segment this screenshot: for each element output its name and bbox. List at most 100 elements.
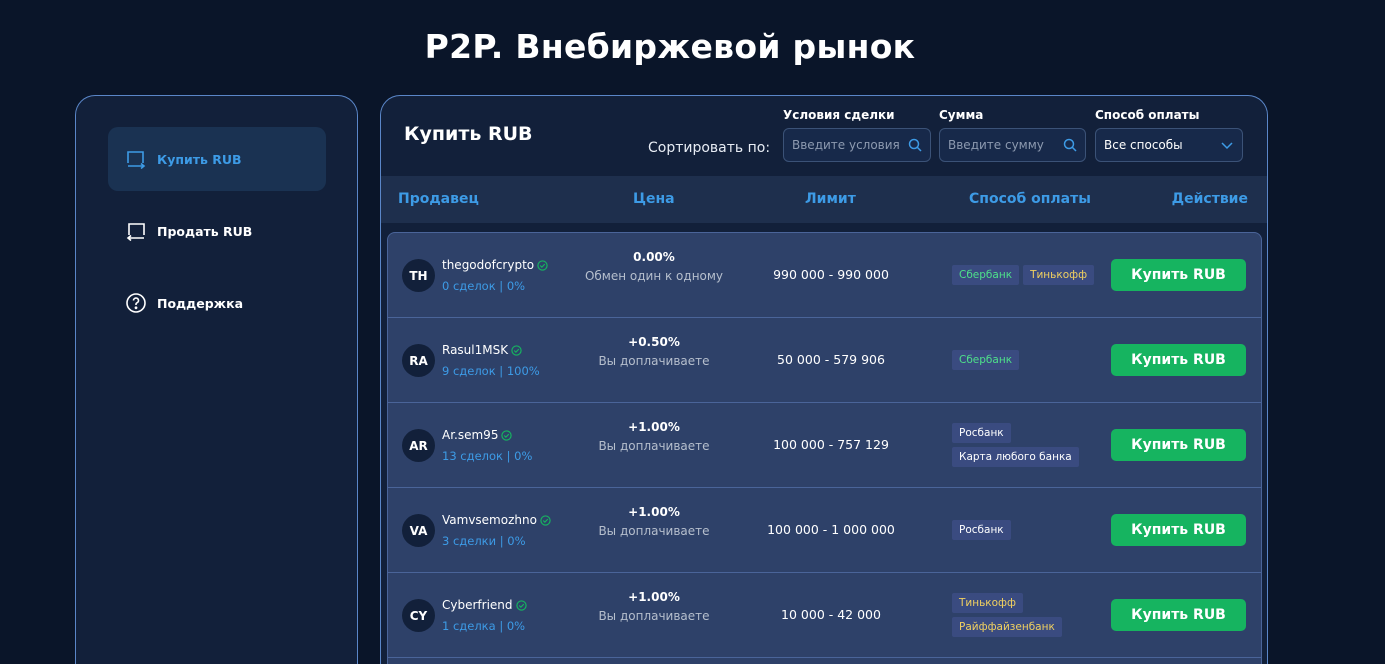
sidebar-item-label: Купить RUB — [157, 151, 242, 167]
price-note: Вы доплачиваете — [598, 439, 710, 453]
avatar: AR — [402, 429, 435, 462]
table-row: VA Vamvsemozhno 3 сделки | 0% +1.00% Вы д… — [388, 488, 1261, 573]
buy-rub-button[interactable]: Купить RUB — [1111, 259, 1246, 291]
limit: 10 000 - 42 000 — [781, 607, 881, 622]
seller-name-wrap: Cyberfriend — [442, 598, 527, 612]
table-header: Продавец Цена Лимит Способ оплаты Действ… — [381, 176, 1267, 223]
avatar: CY — [402, 599, 435, 632]
payment-tags: Росбанк — [952, 488, 1102, 572]
seller-name[interactable]: thegodofcrypto — [442, 258, 534, 272]
verified-icon — [540, 514, 551, 526]
seller-name[interactable]: Ar.sem95 — [442, 428, 498, 442]
payment-tags: Сбербанк Тинькофф — [952, 233, 1102, 317]
verified-icon — [501, 429, 513, 441]
table-row: RA Rasul1MSK 9 сделок | 100% +0.50% Вы до… — [388, 318, 1261, 403]
payment-tag: Тинькофф — [952, 593, 1024, 613]
table-row: AR Ar.sem95 13 сделок | 0% +1.00% Вы допл… — [388, 403, 1261, 488]
price-percent: +0.50% — [628, 335, 680, 349]
avatar: TH — [402, 259, 435, 292]
verified-icon — [537, 259, 548, 271]
price-cell: +1.00% Вы доплачиваете — [584, 420, 724, 454]
payment-tags: Росбанк Карта любого банка — [952, 403, 1102, 487]
page-title: P2P. Внебиржевой рынок — [424, 27, 916, 66]
payment-select-value: Все способы — [1104, 138, 1183, 152]
price-note: Обмен один к одному — [584, 269, 724, 283]
search-icon — [908, 138, 922, 152]
price-cell: +0.50% Вы доплачиваете — [584, 335, 724, 369]
price-cell: 0.00% Обмен один к одному — [584, 250, 724, 284]
col-limit: Лимит — [805, 191, 856, 207]
payment-tag: Сбербанк — [952, 265, 1020, 285]
sidebar-item-sell-rub[interactable]: Продать RUB — [108, 199, 326, 263]
payment-select[interactable]: Все способы — [1095, 128, 1243, 162]
sort-label: Сортировать по: — [648, 140, 771, 156]
payment-tag: Росбанк — [952, 520, 1011, 540]
table-row — [388, 658, 1261, 664]
search-icon — [1063, 138, 1077, 152]
avatar: VA — [402, 514, 435, 547]
seller-stats: 13 сделок | 0% — [442, 449, 533, 463]
col-action: Действие — [1171, 191, 1248, 207]
col-payment: Способ оплаты — [969, 191, 1091, 207]
sidebar-item-buy-rub[interactable]: Купить RUB — [108, 127, 326, 191]
panel-title: Купить RUB — [404, 123, 533, 145]
sidebar-item-support[interactable]: Поддержка — [108, 271, 326, 335]
offers-list: TH thegodofcrypto 0 сделок | 0% 0.00% Обм… — [387, 232, 1262, 664]
sidebar: Купить RUB Продать RUB Поддержка — [75, 95, 358, 664]
price-note: Вы доплачиваете — [598, 354, 710, 368]
seller-stats: 3 сделки | 0% — [442, 534, 526, 548]
table-row: CY Cyberfriend 1 сделка | 0% +1.00% Вы до… — [388, 573, 1261, 658]
help-icon — [126, 293, 146, 313]
seller-stats: 1 сделка | 0% — [442, 619, 526, 633]
payment-tag: Росбанк — [952, 423, 1011, 443]
price-note: Вы доплачиваете — [598, 524, 710, 538]
buy-rub-button[interactable]: Купить RUB — [1111, 429, 1246, 461]
buy-rub-button[interactable]: Купить RUB — [1111, 599, 1246, 631]
verified-icon — [515, 599, 527, 611]
seller-stats: 9 сделок | 100% — [442, 364, 540, 378]
sell-transfer-icon — [126, 223, 145, 241]
amount-label: Сумма — [939, 108, 984, 122]
seller-name-wrap: Rasul1MSK — [442, 343, 522, 357]
price-note: Вы доплачиваете — [598, 609, 710, 623]
limit: 100 000 - 757 129 — [773, 437, 889, 452]
limit: 990 000 - 990 000 — [773, 267, 889, 282]
payment-tag: Райффайзенбанк — [952, 617, 1062, 637]
conditions-label: Условия сделки — [783, 108, 895, 122]
chevron-down-icon — [1221, 142, 1233, 150]
seller-name[interactable]: Cyberfriend — [442, 598, 513, 612]
seller-stats: 0 сделок | 0% — [442, 279, 526, 293]
avatar: RA — [402, 344, 435, 377]
price-percent: +1.00% — [628, 590, 680, 604]
seller-name[interactable]: Vamvsemozhno — [442, 513, 537, 527]
col-seller: Продавец — [398, 191, 479, 207]
price-percent: 0.00% — [633, 250, 675, 264]
conditions-placeholder: Введите условия — [792, 138, 900, 152]
price-percent: +1.00% — [628, 505, 680, 519]
seller-name-wrap: Vamvsemozhno — [442, 513, 551, 527]
seller-name-wrap: Ar.sem95 — [442, 428, 513, 442]
conditions-input[interactable]: Введите условия — [783, 128, 931, 162]
seller-name[interactable]: Rasul1MSK — [442, 343, 508, 357]
limit: 100 000 - 1 000 000 — [767, 522, 895, 537]
seller-name-wrap: thegodofcrypto — [442, 258, 548, 272]
buy-rub-button[interactable]: Купить RUB — [1111, 514, 1246, 546]
amount-input[interactable]: Введите сумму — [939, 128, 1086, 162]
col-price: Цена — [633, 191, 675, 207]
payment-tag: Тинькофф — [1023, 265, 1095, 285]
sidebar-item-label: Продать RUB — [157, 223, 253, 239]
amount-placeholder: Введите сумму — [948, 138, 1044, 152]
payment-label: Способ оплаты — [1095, 108, 1200, 122]
payment-tags: Сбербанк — [952, 318, 1102, 402]
payment-tag: Сбербанк — [952, 350, 1020, 370]
table-row: TH thegodofcrypto 0 сделок | 0% 0.00% Обм… — [388, 233, 1261, 318]
payment-tag: Карта любого банка — [952, 447, 1079, 467]
price-cell: +1.00% Вы доплачиваете — [584, 505, 724, 539]
payment-tags: Тинькофф Райффайзенбанк — [952, 573, 1102, 657]
verified-icon — [511, 344, 522, 356]
price-percent: +1.00% — [628, 420, 680, 434]
buy-transfer-icon — [127, 151, 146, 169]
price-cell: +1.00% Вы доплачиваете — [584, 590, 724, 624]
limit: 50 000 - 579 906 — [777, 352, 885, 367]
buy-rub-button[interactable]: Купить RUB — [1111, 344, 1246, 376]
